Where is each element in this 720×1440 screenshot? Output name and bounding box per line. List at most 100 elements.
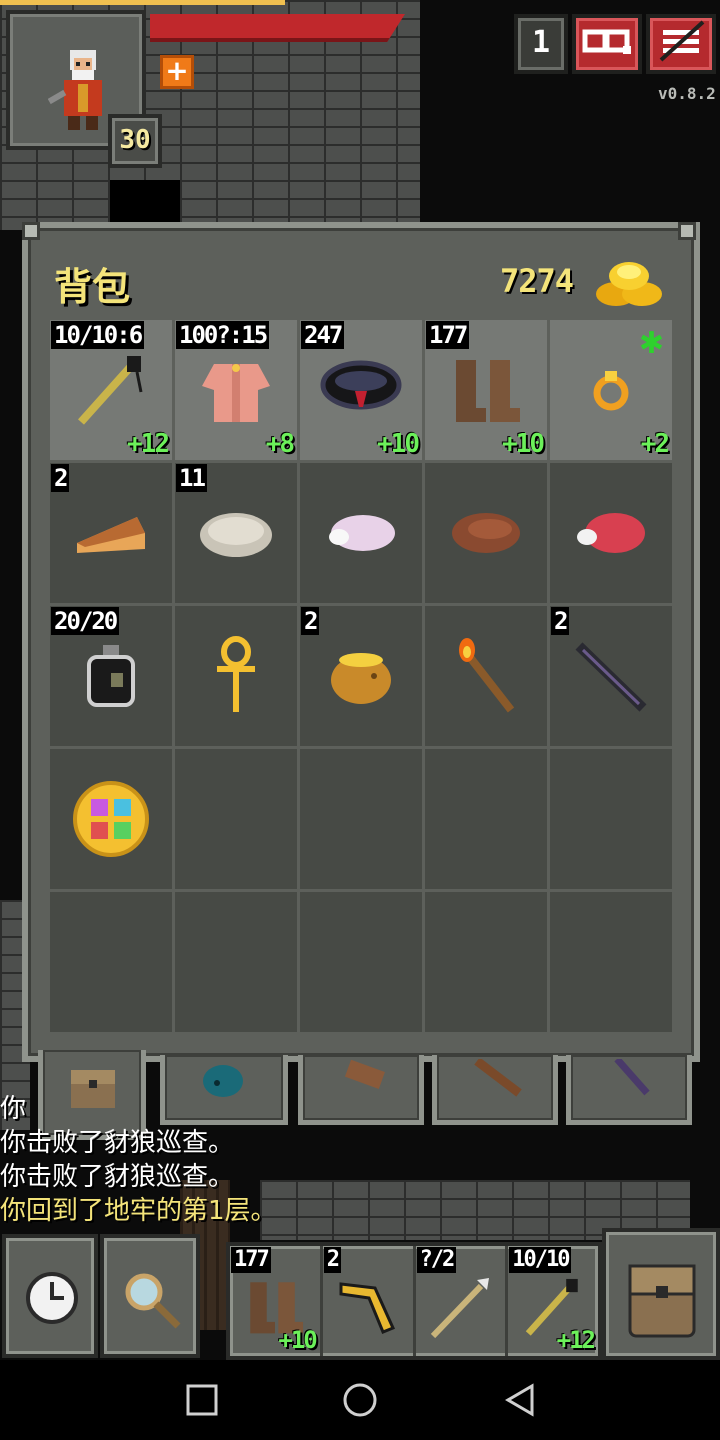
- boomerang-icon: [339, 1281, 395, 1334]
- inventory-slot-mystery-meat[interactable]: [300, 463, 422, 603]
- buff-icon[interactable]: +: [160, 55, 194, 89]
- log-line: 你击败了豺狼巡查。: [0, 1162, 235, 1192]
- quickslot-spear[interactable]: ?/2: [416, 1246, 509, 1356]
- quickslot-boots[interactable]: 177 +10: [230, 1246, 323, 1356]
- tab-wand-holster[interactable]: [566, 1055, 692, 1125]
- bandolier-icon: [474, 1059, 522, 1097]
- item-upgrade-label: +8: [265, 429, 295, 459]
- item-charge-label: 10/10: [509, 1247, 572, 1273]
- item-quantity-label: 11: [176, 464, 207, 492]
- bread-icon: [200, 513, 272, 557]
- quickslot-wand[interactable]: 10/10 +12: [508, 1246, 598, 1356]
- tab-potion-bandolier[interactable]: [432, 1055, 558, 1125]
- item-quantity-label: 2: [323, 1247, 341, 1273]
- quickslot-boomerang[interactable]: 2: [323, 1246, 416, 1356]
- item-quantity-label: 2: [301, 607, 320, 635]
- back-icon[interactable]: [500, 1380, 540, 1420]
- item-charge-label: 10/10:6: [51, 321, 145, 349]
- inventory-slot-cooked-meat[interactable]: [425, 463, 547, 603]
- belt-artifact-icon: [320, 360, 402, 410]
- home-icon[interactable]: [340, 1380, 380, 1420]
- robe-armor-icon: [202, 364, 270, 422]
- thrown-weapon-icon: [575, 642, 647, 712]
- inventory-slot-pie[interactable]: 2: [50, 463, 172, 603]
- inventory-grid: 10/10:6 +12 100?:15 +8 247 +10 177 +10 ✱…: [50, 320, 672, 1032]
- inventory-slot-dart[interactable]: 2: [550, 606, 672, 746]
- ankh-icon: [217, 636, 255, 712]
- backpack-icon: [628, 1264, 696, 1338]
- depth-indicator[interactable]: 1: [514, 14, 568, 74]
- inventory-slot-empty[interactable]: [550, 892, 672, 1032]
- window-corner: [22, 222, 40, 240]
- torch-icon: [459, 638, 515, 713]
- honeypot-icon: [331, 653, 391, 704]
- inventory-slot-belt[interactable]: 247 +10: [300, 320, 422, 460]
- item-upgrade-label: +2: [640, 429, 670, 459]
- menu-icon: [659, 20, 705, 62]
- inventory-slot-tome[interactable]: [50, 749, 172, 889]
- version-label: v0.8.2: [658, 84, 716, 103]
- item-quantity-label: 2: [51, 464, 70, 492]
- clock-icon: [26, 1272, 78, 1324]
- item-upgrade-label: +10: [278, 1326, 317, 1354]
- item-durability-label: 100?:15: [176, 321, 270, 349]
- journal-icon: [582, 29, 631, 54]
- cursed-known-icon: ✱: [638, 326, 664, 361]
- journal-button[interactable]: [572, 14, 642, 74]
- window-title: 背包: [54, 265, 131, 309]
- inventory-button[interactable]: [602, 1228, 720, 1360]
- gold-count: 7274: [500, 262, 574, 300]
- item-upgrade-label: +10: [377, 429, 420, 459]
- inventory-slot-empty[interactable]: [50, 892, 172, 1032]
- system-navigation-bar: [0, 1360, 720, 1440]
- inventory-slot-empty[interactable]: [300, 749, 422, 889]
- spear-icon: [431, 1277, 490, 1338]
- inventory-slot-empty[interactable]: [425, 892, 547, 1032]
- recents-icon[interactable]: [182, 1380, 222, 1420]
- log-line: 你: [0, 1094, 27, 1124]
- pie-icon: [77, 517, 145, 553]
- inventory-slot-torch[interactable]: [425, 606, 547, 746]
- inventory-slot-ankh[interactable]: [175, 606, 297, 746]
- inventory-slot-wand[interactable]: 10/10:6 +12: [50, 320, 172, 460]
- log-line: 你击败了豺狼巡查。: [0, 1128, 235, 1158]
- toolbar: 177 +10 2 ?/2 10/10 +12: [0, 1228, 720, 1360]
- item-durability-label: 247: [301, 321, 345, 349]
- inventory-slot-raw-meat[interactable]: [550, 463, 672, 603]
- health-bar: [150, 14, 405, 42]
- inventory-slot-armor[interactable]: 100?:15 +8: [175, 320, 297, 460]
- inventory-slot-empty[interactable]: [425, 749, 547, 889]
- game-log: 你 你击败了豺狼巡查。 你击败了豺狼巡查。 你回到了地牢的第1层。: [0, 1092, 420, 1228]
- item-quantity-label: 2: [551, 607, 570, 635]
- inventory-slot-empty[interactable]: [300, 892, 422, 1032]
- gold-icon: [596, 262, 662, 306]
- inventory-slot-empty[interactable]: [175, 749, 297, 889]
- quickslot-bar: 177 +10 2 ?/2 10/10 +12: [226, 1242, 602, 1360]
- ring-icon: [593, 371, 629, 411]
- inventory-slot-waterskin[interactable]: 20/20: [50, 606, 172, 746]
- log-line: 你回到了地牢的第1层。: [0, 1196, 277, 1226]
- item-durability-label: 177: [426, 321, 470, 349]
- inventory-slot-bread[interactable]: 11: [175, 463, 297, 603]
- item-upgrade-label: +10: [502, 429, 545, 459]
- item-quantity-label: ?/2: [416, 1247, 457, 1273]
- inventory-slot-empty[interactable]: [550, 749, 672, 889]
- wait-button[interactable]: [2, 1234, 98, 1358]
- search-button[interactable]: [100, 1234, 200, 1358]
- inventory-slot-honeypot[interactable]: 2: [300, 606, 422, 746]
- mystery-meat-icon: [329, 515, 395, 551]
- menu-button[interactable]: [646, 14, 716, 74]
- hero-level-badge: 30: [108, 114, 162, 168]
- wand-holster-icon: [614, 1059, 650, 1096]
- search-icon: [125, 1273, 181, 1329]
- waterskin-icon: [87, 645, 135, 707]
- alchemy-wheel-icon: [73, 781, 149, 857]
- item-upgrade-label: +12: [127, 429, 170, 459]
- inventory-slot-ring[interactable]: ✱ +2: [550, 320, 672, 460]
- item-upgrade-label: +12: [556, 1326, 596, 1354]
- steak-icon: [452, 513, 520, 553]
- item-charge-label: 20/20: [51, 607, 120, 635]
- raw-meat-icon: [577, 513, 645, 553]
- inventory-slot-empty[interactable]: [175, 892, 297, 1032]
- inventory-slot-boots[interactable]: 177 +10: [425, 320, 547, 460]
